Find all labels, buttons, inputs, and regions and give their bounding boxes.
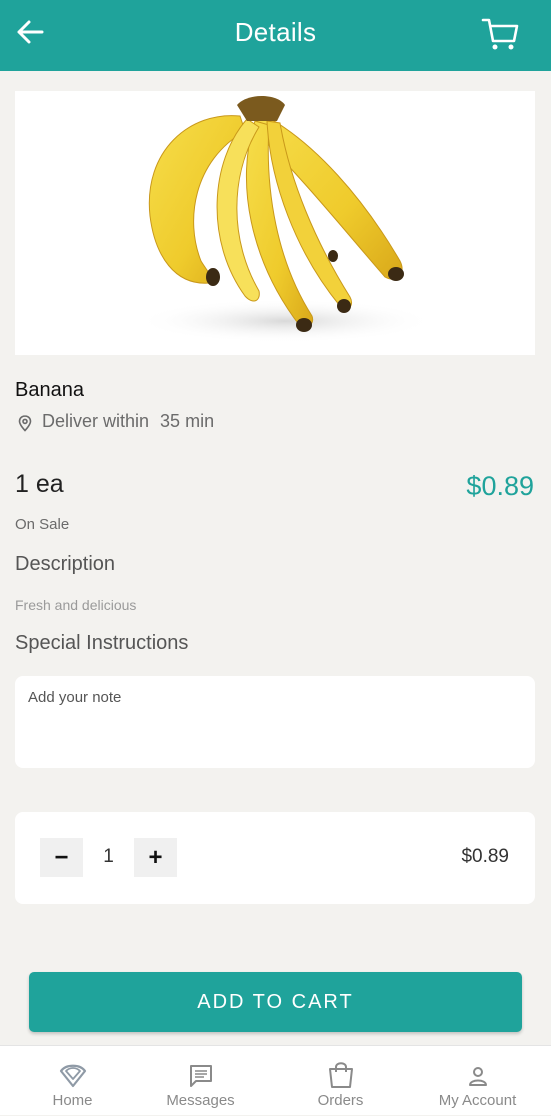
add-to-cart-button[interactable]: ADD TO CART (29, 972, 522, 1032)
tab-my-account-label: My Account (438, 1092, 517, 1109)
message-icon (189, 1065, 212, 1087)
tab-orders-label: Orders (317, 1092, 364, 1109)
quantity-value: 1 (103, 846, 114, 867)
special-instructions-heading: Special Instructions (15, 632, 189, 654)
deliver-label: Deliver within (42, 410, 150, 431)
product-image (15, 91, 535, 355)
unit-label: 1 ea (15, 470, 64, 498)
home-logo-icon (59, 1064, 86, 1088)
tab-home[interactable]: Home (4, 1046, 141, 1116)
increase-quantity-button[interactable]: + (134, 838, 177, 877)
sale-status: On Sale (15, 516, 70, 533)
banana-image (135, 96, 435, 343)
quantity-card: − 1 + $0.89 (15, 812, 535, 904)
description-text: Fresh and delicious (15, 597, 137, 613)
deliver-time: 35 min (160, 410, 215, 431)
shopping-bag-icon (328, 1062, 353, 1088)
line-total: $0.89 (461, 846, 509, 867)
description-heading: Description (15, 553, 116, 575)
tab-messages[interactable]: Messages (132, 1046, 269, 1116)
tab-messages-label: Messages (166, 1092, 235, 1109)
product-name: Banana (15, 379, 84, 401)
bottom-tab-bar: Home Messages Orders My Account (0, 1045, 551, 1115)
cart-icon[interactable] (480, 14, 520, 54)
tab-my-account[interactable]: My Account (409, 1046, 546, 1116)
app-header: Details (0, 0, 551, 71)
page-title: Details (234, 17, 317, 47)
tab-home-label: Home (52, 1092, 93, 1109)
location-pin-icon (18, 415, 32, 432)
delivery-info: Deliver within 35 min (16, 410, 214, 432)
decrease-quantity-button[interactable]: − (40, 838, 83, 877)
note-input[interactable] (15, 676, 535, 768)
person-icon (468, 1067, 487, 1086)
tab-orders[interactable]: Orders (272, 1046, 409, 1116)
product-price: $0.89 (466, 471, 534, 501)
